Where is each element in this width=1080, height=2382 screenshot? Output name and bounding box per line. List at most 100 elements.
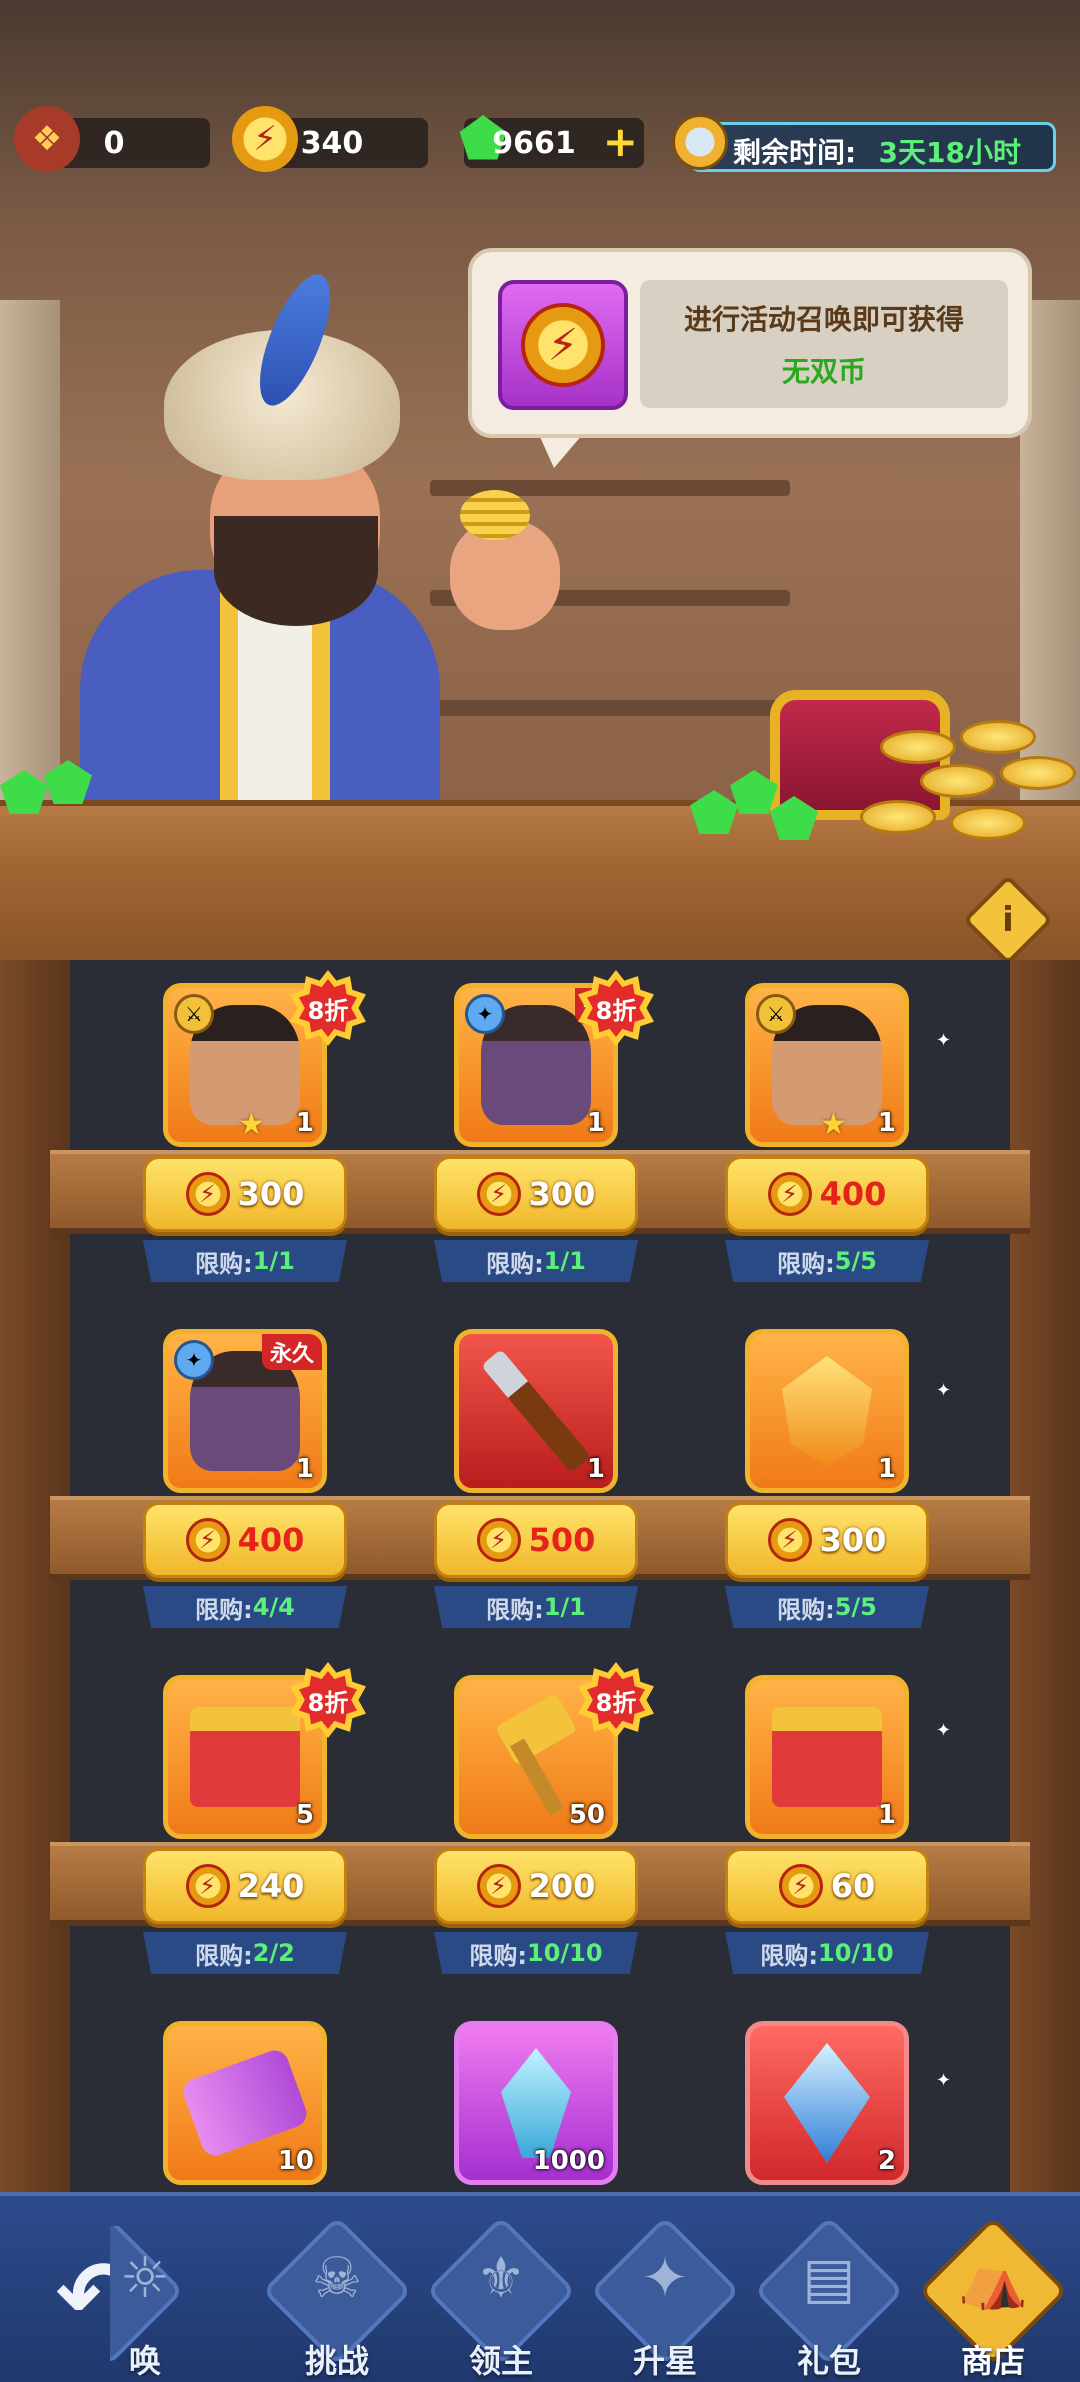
buy-button[interactable]: ⚡ 300	[143, 1156, 347, 1232]
wushuang-coin-icon: ⚡	[778, 1864, 823, 1908]
item-quantity: 1	[877, 1108, 896, 1138]
item-quantity: 2	[877, 2146, 896, 2176]
purchase-limit: 限购: 4/4	[143, 1586, 347, 1628]
shop-item-crystal[interactable]: 1	[745, 1329, 909, 1493]
wushuang-coin-icon: ⚡	[767, 1172, 812, 1216]
shop-item-hero-shard[interactable]: ⚔ ★ 1	[745, 983, 909, 1147]
lord-crest-icon: ⚜	[475, 2246, 527, 2311]
shop-stall-icon: ⛺	[958, 2247, 1028, 2312]
star-up-icon: ✦	[641, 2246, 689, 2311]
bottom-nav: ↶ ☼ 唤 ☠ 挑战 ⚜ 领主 ✦ 升星 ▤ 礼包 ⛺ 商店	[0, 2192, 1080, 2382]
coin-stack-icon	[460, 490, 530, 540]
shop-item-scroll[interactable]: 10	[163, 2021, 327, 2185]
coin-icon	[1000, 756, 1076, 790]
gem-pile-icon	[690, 770, 830, 850]
limit-label: 限购:	[195, 1595, 253, 1624]
shirt-tag-icon: ✦	[174, 1340, 214, 1380]
item-quantity: 10	[277, 2146, 314, 2176]
timer-label: 剩余时间:	[733, 136, 857, 169]
item-price: 240	[237, 1867, 305, 1905]
limit-value: 1/1	[252, 1247, 295, 1275]
item-price: 200	[528, 1867, 596, 1905]
tab-summon[interactable]: ☼ 唤	[110, 2226, 220, 2376]
item-quantity: 1	[586, 1108, 605, 1138]
limit-label: 限购:	[486, 1249, 544, 1278]
buy-button[interactable]: ⚡ 240	[143, 1848, 347, 1924]
bubble-line-2: 无双币	[781, 355, 866, 388]
tab-lord[interactable]: ⚜ 领主	[426, 2216, 576, 2380]
purchase-limit: 限购: 10/10	[434, 1932, 638, 1974]
purchase-limit: 限购: 1/1	[434, 1240, 638, 1282]
item-price: 300	[237, 1175, 305, 1213]
shop-item-gift-box[interactable]: 1	[745, 1675, 909, 1839]
tab-challenge[interactable]: ☠ 挑战	[262, 2216, 412, 2380]
wushuang-coin-icon: ⚡	[185, 1172, 230, 1216]
limit-label: 限购:	[777, 1249, 835, 1278]
item-price: 60	[830, 1867, 876, 1905]
bubble-message: 进行活动召唤即可获得 无双币	[640, 280, 1008, 408]
event-timer: 剩余时间: 3天18小时	[690, 122, 1056, 172]
item-quantity: 1	[295, 1454, 314, 1484]
sparkle-icon: ✦	[936, 1380, 952, 1401]
scroll-resource: ❖ 0	[14, 106, 210, 172]
tab-challenge-label: 挑战	[304, 2342, 369, 2380]
gem-pile-icon	[0, 750, 140, 830]
bubble-line-1: 进行活动召唤即可获得	[683, 303, 964, 336]
purchase-limit: 限购: 5/5	[725, 1240, 929, 1282]
permanent-badge: 永久	[261, 1334, 322, 1370]
buy-button[interactable]: ⚡ 500	[434, 1502, 638, 1578]
merchant-character	[70, 265, 560, 800]
coin-icon	[960, 720, 1036, 754]
item-quantity: 50	[568, 1800, 605, 1830]
buy-button[interactable]: ⚡ 200	[434, 1848, 638, 1924]
shop-item-weapon[interactable]: 1	[454, 1329, 618, 1493]
limit-value: 1/1	[543, 1247, 586, 1275]
wushuang-coin-icon: ⚡	[476, 1172, 521, 1216]
tab-gift-pack[interactable]: ▤ 礼包	[754, 2216, 904, 2380]
coin-icon	[950, 806, 1026, 840]
tab-summon-label: 唤	[128, 2342, 161, 2376]
purchase-limit: 限购: 5/5	[725, 1586, 929, 1628]
scroll-count: 0	[103, 125, 125, 161]
shop-item-hero-skin[interactable]: ✦ 永久 1	[163, 1329, 327, 1493]
limit-value: 4/4	[252, 1593, 295, 1621]
shop-item-blue-gem[interactable]: 2	[745, 2021, 909, 2185]
limit-label: 限购:	[486, 1595, 544, 1624]
discount-label: 8折	[299, 979, 357, 1037]
limit-value: 2/2	[252, 1939, 295, 1967]
tab-gift-pack-label: 礼包	[796, 2342, 861, 2380]
tab-shop[interactable]: ⛺ 商店	[918, 2216, 1068, 2380]
wushuang-coin-icon: ⚡	[476, 1518, 521, 1562]
add-gem-button[interactable]: +	[603, 120, 638, 164]
wushuang-coin-icon: ⚡	[185, 1518, 230, 1562]
item-quantity: 1	[295, 1108, 314, 1138]
purchase-limit: 限购: 10/10	[725, 1932, 929, 1974]
star-icon: ★	[820, 1107, 847, 1142]
sparkle-icon: ✦	[936, 1720, 952, 1741]
item-quantity: 5	[295, 1800, 314, 1830]
gem-icon	[44, 760, 92, 804]
buy-button[interactable]: ⚡ 300	[434, 1156, 638, 1232]
purchase-limit: 限购: 1/1	[434, 1586, 638, 1628]
buy-button[interactable]: ⚡ 400	[725, 1156, 929, 1232]
buy-button[interactable]: ⚡ 60	[725, 1848, 929, 1924]
item-quantity: 1	[586, 1454, 605, 1484]
wushuang-coin-icon: ⚡	[185, 1864, 230, 1908]
gem-icon	[690, 790, 738, 834]
coin-count: 340	[300, 125, 364, 161]
demon-mask-icon: ☠	[311, 2246, 363, 2311]
tab-star-up[interactable]: ✦ 升星	[590, 2216, 740, 2380]
buy-button[interactable]: ⚡ 300	[725, 1502, 929, 1578]
gem-count: 9661	[492, 125, 576, 161]
limit-label: 限购:	[760, 1941, 819, 1970]
coin-icon	[860, 800, 936, 834]
buy-button[interactable]: ⚡ 400	[143, 1502, 347, 1578]
shirt-tag-icon: ✦	[465, 994, 505, 1034]
speech-bubble: ⚡ 进行活动召唤即可获得 无双币	[468, 248, 1032, 438]
sword-tag-icon: ⚔	[174, 994, 214, 1034]
sparkle-icon: ✦	[936, 1030, 952, 1051]
shop-item-blue-crystal[interactable]: 1000	[454, 2021, 618, 2185]
discount-label: 8折	[587, 1671, 645, 1729]
purchase-limit: 限购: 1/1	[143, 1240, 347, 1282]
item-price: 300	[528, 1175, 596, 1213]
